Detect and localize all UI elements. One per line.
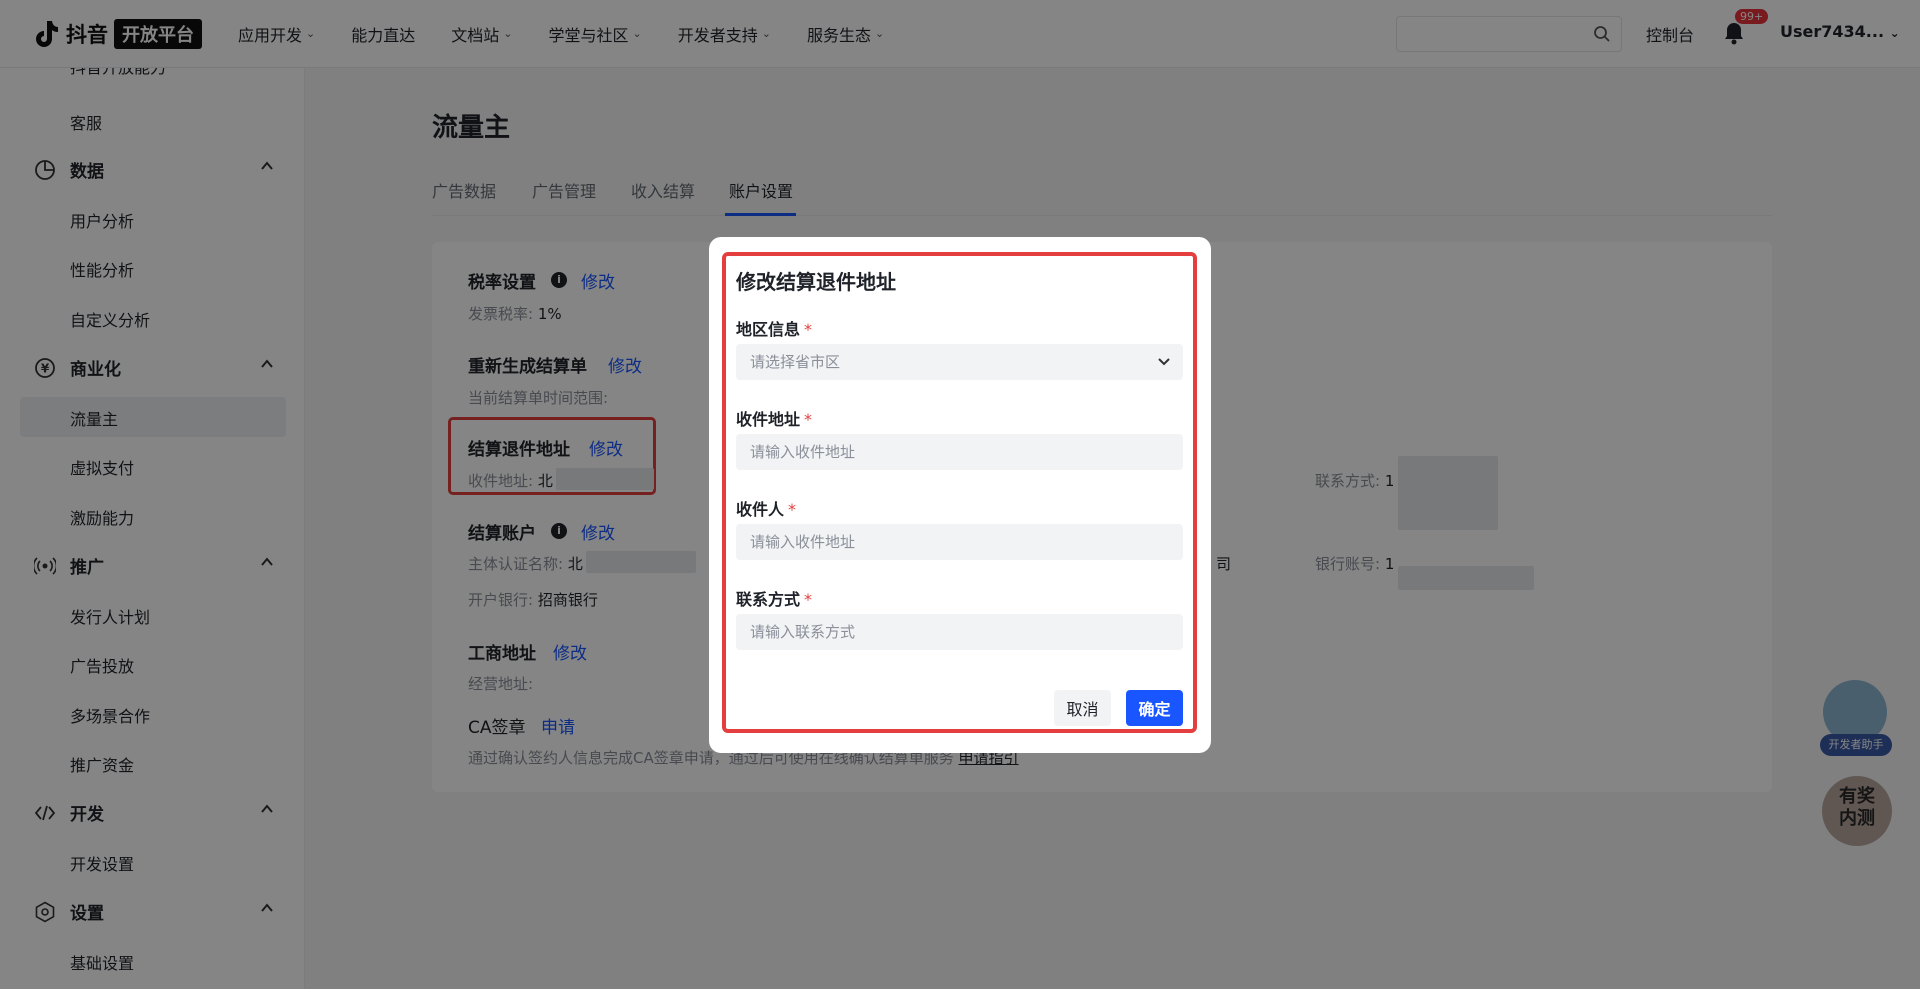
contact-label-text: 联系方式	[736, 590, 801, 609]
modal-title: 修改结算退件地址	[736, 270, 896, 294]
region-select[interactable]	[736, 344, 1183, 380]
contact-input[interactable]	[736, 614, 1183, 650]
address-field-label: 收件地址 *	[736, 406, 812, 430]
region-label-text: 地区信息	[736, 320, 801, 339]
address-label-text: 收件地址	[736, 410, 801, 429]
region-field-label: 地区信息 *	[736, 316, 812, 340]
address-input[interactable]	[736, 434, 1183, 470]
required-mark: *	[788, 500, 797, 519]
recipient-input[interactable]	[736, 524, 1183, 560]
required-mark: *	[804, 590, 813, 609]
recipient-field-label: 收件人 *	[736, 496, 796, 520]
contact-field-label: 联系方式 *	[736, 586, 812, 610]
confirm-button[interactable]: 确定	[1126, 690, 1183, 726]
chevron-down-icon[interactable]	[1156, 353, 1172, 369]
cancel-button[interactable]: 取消	[1054, 690, 1111, 726]
recipient-label-text: 收件人	[736, 500, 785, 519]
required-mark: *	[804, 410, 813, 429]
required-mark: *	[804, 320, 813, 339]
